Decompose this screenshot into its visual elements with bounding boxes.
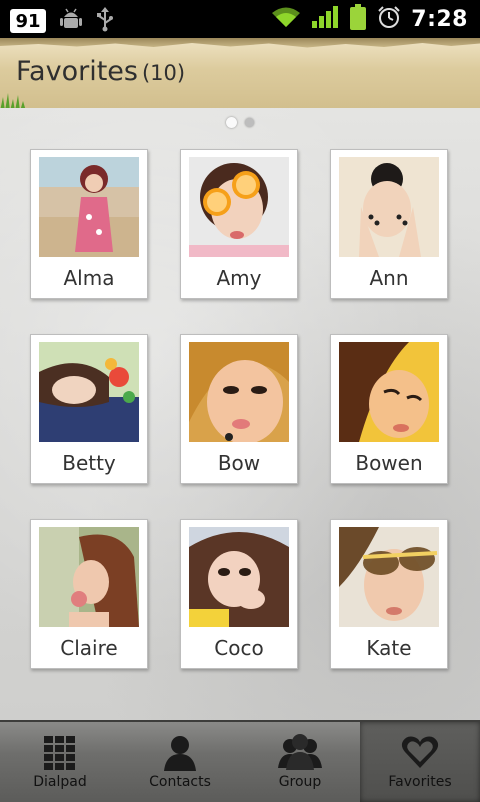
favorite-contact-card[interactable]: Alma [30, 149, 148, 299]
favorite-contact-card[interactable]: Bow [180, 334, 298, 484]
contact-photo [339, 527, 439, 627]
notification-count-badge: 91 [10, 9, 46, 33]
favorite-contact-card[interactable]: Claire [30, 519, 148, 669]
alarm-icon [377, 5, 401, 33]
contact-photo [39, 342, 139, 442]
contact-name: Ann [369, 266, 409, 290]
dialpad-icon [44, 736, 75, 770]
favorite-contact-card[interactable]: Amy [180, 149, 298, 299]
contact-name: Amy [216, 266, 262, 290]
page-title-text: Favorites [16, 56, 138, 87]
page-indicator [0, 117, 480, 128]
contact-name: Bowen [355, 451, 423, 475]
contact-name: Kate [366, 636, 412, 660]
contact-name: Claire [60, 636, 118, 660]
status-bar: 91 7:28 [0, 0, 480, 38]
tab-group[interactable]: Group [240, 722, 360, 802]
contact-photo [39, 157, 139, 257]
contact-photo [339, 342, 439, 442]
tab-dialpad[interactable]: Dialpad [0, 722, 120, 802]
favorite-contact-card[interactable]: Betty [30, 334, 148, 484]
heart-icon [401, 736, 439, 768]
favorite-contact-card[interactable]: Coco [180, 519, 298, 669]
tab-favorites[interactable]: Favorites [360, 722, 480, 802]
favorite-contact-card[interactable]: Bowen [330, 334, 448, 484]
tab-label: Contacts [149, 774, 211, 790]
tab-label: Favorites [388, 774, 452, 790]
page-title: Favorites (10) [16, 56, 185, 87]
battery-icon [349, 3, 367, 35]
favorite-contact-card[interactable]: Ann [330, 149, 448, 299]
favorites-count: (10) [141, 61, 186, 85]
tab-label: Dialpad [33, 774, 87, 790]
status-right-icons: 7:28 [271, 3, 468, 35]
android-debug-icon [60, 7, 82, 35]
contact-name: Coco [214, 636, 264, 660]
contact-person-icon [164, 736, 196, 771]
status-left-icons: 91 [10, 6, 114, 36]
contact-photo [189, 157, 289, 257]
contact-photo [189, 527, 289, 627]
usb-icon [96, 6, 114, 36]
contact-photo [189, 342, 289, 442]
wifi-icon [271, 5, 301, 33]
signal-icon [311, 5, 339, 33]
group-icon [278, 734, 322, 770]
clock-time: 7:28 [411, 6, 468, 32]
favorites-header: Favorites (10) [0, 38, 480, 111]
contact-photo [339, 157, 439, 257]
contact-name: Bow [217, 451, 261, 475]
favorite-contact-card[interactable]: Kate [330, 519, 448, 669]
page-dot-inactive[interactable] [245, 118, 254, 127]
contact-photo [39, 527, 139, 627]
torn-paper-edge [0, 38, 480, 48]
contact-name: Betty [62, 451, 116, 475]
bottom-tab-bar: Dialpad Contacts Group Favorites [0, 720, 480, 802]
tab-label: Group [278, 774, 322, 790]
contact-name: Alma [63, 266, 115, 290]
page-dot-active[interactable] [226, 117, 237, 128]
tab-contacts[interactable]: Contacts [120, 722, 240, 802]
